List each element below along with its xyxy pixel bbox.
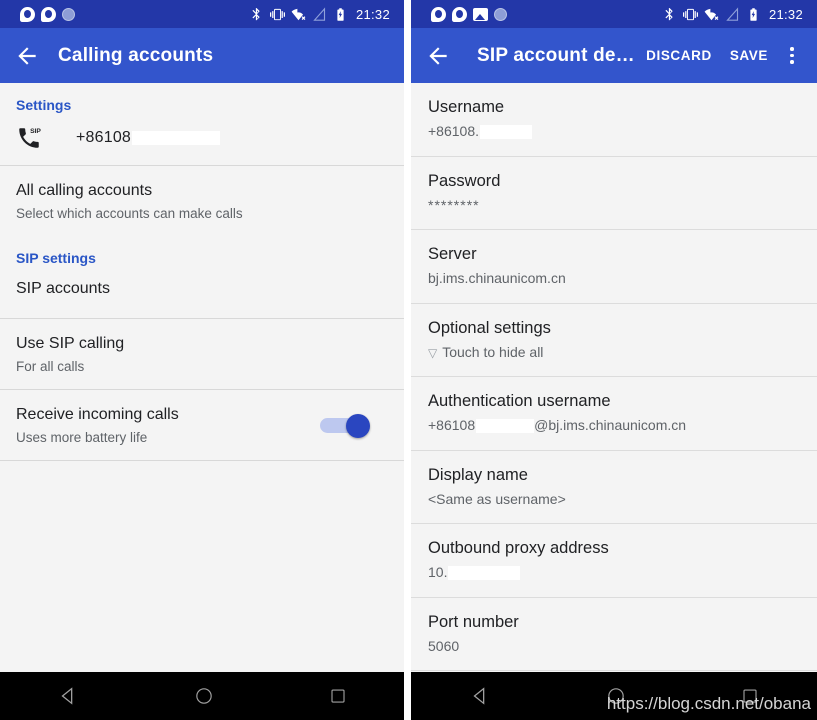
discard-button[interactable]: DISCARD xyxy=(637,42,721,69)
page-title: Calling accounts xyxy=(58,44,214,66)
wifi-off-icon xyxy=(704,8,719,20)
app-bar-left: Calling accounts xyxy=(0,28,404,83)
battery-charging-icon xyxy=(750,7,757,21)
more-options-icon[interactable] xyxy=(781,43,803,69)
vibrate-icon xyxy=(682,8,698,20)
field-row-port-number[interactable]: Port number 5060 xyxy=(411,598,817,671)
redaction-block xyxy=(448,566,521,581)
qq-icon xyxy=(20,6,35,22)
row-all-calling-accounts[interactable]: All calling accounts Select which accoun… xyxy=(0,166,404,236)
redaction-block xyxy=(480,125,532,140)
divider xyxy=(411,670,817,671)
row-title: All calling accounts xyxy=(16,182,153,199)
field-label: Port number xyxy=(428,612,519,631)
status-bar-system-icons-left: 21:32 xyxy=(249,7,396,22)
back-triangle-icon[interactable] xyxy=(57,685,79,707)
receive-incoming-calls-toggle[interactable] xyxy=(320,413,370,439)
field-row-username[interactable]: Username +86108. xyxy=(411,83,817,156)
field-row-server[interactable]: Server bj.ims.chinaunicom.cn xyxy=(411,230,817,303)
svg-text:SIP: SIP xyxy=(30,128,41,135)
sip-phone-icon: SIP xyxy=(16,125,46,151)
row-subtitle: For all calls xyxy=(16,359,85,374)
field-value: 10. xyxy=(428,562,800,582)
bluetooth-icon xyxy=(252,7,260,20)
row-subtitle: Select which accounts can make calls xyxy=(16,206,243,221)
status-bar-notification-icons-left xyxy=(8,6,249,22)
field-value: 5060 xyxy=(428,637,460,654)
row-texts: Receive incoming calls Uses more battery… xyxy=(16,404,320,447)
app-bar-right: SIP account de… DISCARD SAVE xyxy=(411,28,817,83)
vibrate-icon xyxy=(269,8,285,20)
recents-square-icon[interactable] xyxy=(329,687,347,705)
field-label: Outbound proxy address xyxy=(428,539,609,557)
back-triangle-icon[interactable] xyxy=(469,685,491,707)
panel-gap xyxy=(404,0,411,720)
field-label: Optional settings xyxy=(428,318,551,337)
save-button[interactable]: SAVE xyxy=(721,42,777,69)
home-circle-icon[interactable] xyxy=(194,686,214,706)
back-arrow-icon[interactable] xyxy=(14,43,40,69)
right-phone-screen: 21:32 SIP account de… DISCARD SAVE Usern… xyxy=(411,0,817,720)
field-label: Authentication username xyxy=(428,392,611,410)
status-bar-notification-icons-right xyxy=(419,6,662,22)
qq-icon xyxy=(452,6,467,22)
triangle-down-icon: ▽ xyxy=(428,345,438,360)
back-arrow-icon[interactable] xyxy=(425,43,451,69)
toggle-thumb xyxy=(346,413,370,438)
sip-account-details-list: Username +86108. Password ******** Serve… xyxy=(411,83,817,672)
field-label: Display name xyxy=(428,465,528,484)
circle-icon xyxy=(62,7,75,21)
sip-account-number: +86108 xyxy=(76,129,221,147)
field-row-display-name[interactable]: Display name <Same as username> xyxy=(411,451,817,524)
section-header-sip-settings: SIP settings xyxy=(16,250,96,266)
navigation-bar-left xyxy=(0,672,404,720)
qq-icon xyxy=(431,6,446,22)
field-row-authentication-username[interactable]: Authentication username +86108 @bj.ims.ch… xyxy=(411,377,817,450)
left-settings-list: Settings SIP +86108 All calling accounts… xyxy=(0,83,404,672)
image-icon xyxy=(473,7,488,21)
redaction-block xyxy=(132,130,221,145)
status-bar-clock: 21:32 xyxy=(355,6,390,22)
field-row-optional-settings[interactable]: Optional settings ▽ Touch to hide all xyxy=(411,304,817,377)
status-bar-clock: 21:32 xyxy=(768,6,803,22)
row-sip-accounts[interactable]: SIP accounts xyxy=(0,272,404,318)
field-value: +86108. xyxy=(428,121,800,141)
field-value: ▽ Touch to hide all xyxy=(428,343,544,360)
status-bar-right: 21:32 xyxy=(411,0,817,28)
field-value: +86108 @bj.ims.chinaunicom.cn xyxy=(428,417,687,434)
row-receive-incoming-calls[interactable]: Receive incoming calls Uses more battery… xyxy=(0,390,404,460)
field-label: Username xyxy=(428,98,505,116)
row-title: Use SIP calling xyxy=(16,335,125,352)
row-use-sip-calling[interactable]: Use SIP calling For all calls xyxy=(0,319,404,389)
status-bar-system-icons-right: 21:32 xyxy=(662,7,809,22)
wifi-off-icon xyxy=(291,8,306,20)
app-bar-actions: DISCARD SAVE xyxy=(637,42,803,69)
row-title: Receive incoming calls xyxy=(16,406,179,423)
left-phone-screen: 21:32 Calling accounts Settings SIP +861… xyxy=(0,0,404,720)
field-row-password[interactable]: Password ******** xyxy=(411,157,817,230)
field-label: Password xyxy=(428,171,501,190)
redaction-block xyxy=(476,419,535,434)
page-title: SIP account de… xyxy=(477,44,635,66)
status-bar-left: 21:32 xyxy=(0,0,404,28)
row-title: SIP accounts xyxy=(16,280,110,297)
row-subtitle: Uses more battery life xyxy=(16,430,148,445)
field-row-outbound-proxy-address[interactable]: Outbound proxy address 10. xyxy=(411,524,817,597)
bluetooth-icon xyxy=(665,7,673,20)
watermark: https://blog.csdn.net/obana xyxy=(606,694,811,713)
field-label: Server xyxy=(428,245,477,263)
divider xyxy=(0,460,404,461)
field-value: ******** xyxy=(428,196,480,213)
signal-off-icon xyxy=(726,6,739,21)
dual-screenshot: 21:32 Calling accounts Settings SIP +861… xyxy=(0,0,817,720)
circle-icon xyxy=(494,7,507,21)
battery-charging-icon xyxy=(337,7,344,21)
section-header-settings: Settings xyxy=(16,97,72,113)
signal-off-icon xyxy=(313,6,326,21)
qq-icon xyxy=(41,6,56,22)
field-value: <Same as username> xyxy=(428,490,566,507)
field-value: bj.ims.chinaunicom.cn xyxy=(428,270,566,286)
sip-account-row[interactable]: SIP +86108 xyxy=(0,119,404,165)
